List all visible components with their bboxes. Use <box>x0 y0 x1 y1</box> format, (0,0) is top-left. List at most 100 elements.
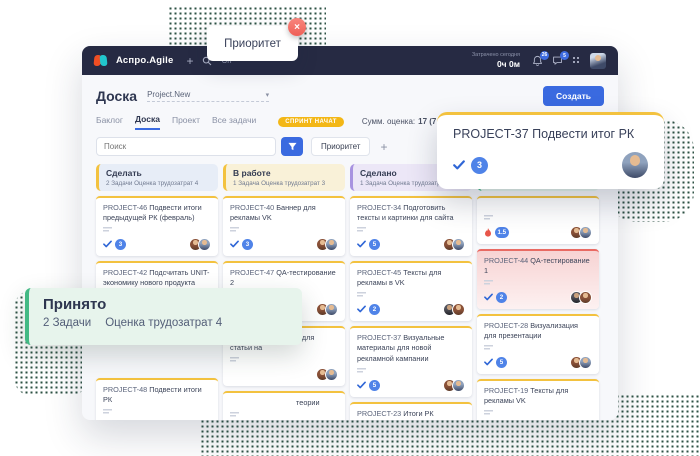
notifications-button[interactable]: 26 <box>532 55 543 67</box>
brand-name[interactable]: Аспро.Agile <box>116 55 173 66</box>
time-tracker: Затрачено сегодня 0ч 0м <box>472 52 520 69</box>
flame-icon-wrap <box>484 228 492 237</box>
time-tracker-label: Затрачено сегодня <box>472 52 520 59</box>
avatar <box>579 356 592 369</box>
task-card-title: PROJECT-44 QA-тестирование 1 <box>484 256 592 277</box>
task-card-footer: 1.5 <box>484 226 592 239</box>
avatar <box>325 303 338 316</box>
task-id: PROJECT-28 <box>484 321 530 330</box>
task-card-footer: 5 <box>357 238 465 251</box>
task-card[interactable]: PROJECT-19 Тексты для рекламы VK5 <box>477 379 599 420</box>
assignee-avatars <box>189 238 211 251</box>
column-meta: 1 Задача Оценка трудозатрат 3 <box>233 180 338 187</box>
task-id: PROJECT-47 <box>230 268 276 277</box>
funnel-icon <box>288 142 297 151</box>
avatar <box>622 152 648 178</box>
description-icon <box>484 280 493 285</box>
add-icon[interactable]: + <box>186 55 193 67</box>
page: Аспро.Agile + Сп Затрачено сегодня 0ч 0м… <box>0 0 700 456</box>
check-icon <box>357 381 366 389</box>
task-card[interactable]: теории3 <box>223 391 345 420</box>
task-card-footer-left: 5 <box>357 380 380 391</box>
messages-button[interactable]: 5 <box>552 55 563 66</box>
task-card-footer-left: 2 <box>484 292 507 303</box>
column-meta: 2 Задачи Оценка трудозатрат 4 <box>106 180 211 187</box>
task-card[interactable]: PROJECT-45 Тексты для рекламы в VK2 <box>350 261 472 321</box>
check-icon <box>230 240 239 248</box>
title-row: Доска Project.New ▾ Создать <box>96 83 604 109</box>
avatar <box>579 291 592 304</box>
description-icon <box>484 410 493 415</box>
description-icon <box>357 368 366 373</box>
check-icon-wrap <box>357 240 366 248</box>
description-icon <box>230 227 239 232</box>
task-id: PROJECT-46 <box>103 203 149 212</box>
task-card-footer: 3 <box>230 238 338 251</box>
task-card-footer: 3 <box>103 238 211 251</box>
tab-project[interactable]: Проект <box>172 115 200 129</box>
board-select[interactable]: Project.New ▾ <box>147 90 269 102</box>
task-card[interactable]: PROJECT-37 Визуальные материалы для ново… <box>350 326 472 397</box>
check-icon <box>103 240 112 248</box>
task-card[interactable]: 1.5 <box>477 196 599 244</box>
task-id: PROJECT-48 <box>103 385 149 394</box>
task-card[interactable]: PROJECT-40 Баннер для рекламы VK3 <box>223 196 345 256</box>
description-icon <box>484 215 493 220</box>
task-card-footer-left: 5 <box>357 239 380 250</box>
priority-tooltip: Приоритет × <box>207 26 298 61</box>
task-id: PROJECT-44 <box>484 256 530 265</box>
check-icon-wrap <box>357 305 366 313</box>
task-card-title: PROJECT-42 Подсчитать UNIT-экономику нов… <box>103 268 211 289</box>
board-column: Принято2 Задачи Оценка трудозатрат 41.5P… <box>477 164 599 420</box>
description-icon <box>357 292 366 297</box>
estimate-badge: 5 <box>369 380 380 391</box>
tab-all-tasks[interactable]: Все задачи <box>212 115 256 129</box>
tab-board[interactable]: Доска <box>135 114 160 130</box>
check-icon <box>453 160 465 170</box>
task-card-title: PROJECT-19 Тексты для рекламы VK <box>484 386 592 407</box>
task-card-title: PROJECT-48 Подвести итоги РК <box>103 385 211 406</box>
description-icon <box>230 412 239 417</box>
task-card[interactable]: PROJECT-28 Визуализация для презентации 5 <box>477 314 599 374</box>
check-icon-wrap <box>484 293 493 301</box>
task-card[interactable]: PROJECT-48 Подвести итоги РК2 <box>96 378 218 420</box>
accepted-count: 2 Задачи <box>43 317 91 329</box>
brand-logo-icon[interactable] <box>94 54 107 67</box>
task-card-footer-left: 3 <box>103 239 126 250</box>
assignee-avatars <box>443 238 465 251</box>
check-icon-wrap <box>357 381 366 389</box>
priority-filter-chip[interactable]: Приоритет <box>311 137 370 156</box>
time-tracker-value: 0ч 0м <box>472 59 520 69</box>
task-card-title: PROJECT-47 QA-тестирование 2 <box>230 268 338 289</box>
filter-button[interactable] <box>281 137 303 156</box>
task-card-title: PROJECT-28 Визуализация для презентации <box>484 321 592 342</box>
tab-backlog[interactable]: Баклог <box>96 115 123 129</box>
apps-grid-icon[interactable] <box>572 56 581 65</box>
task-card[interactable]: PROJECT-46 Подвести итоги предыдущей РК … <box>96 196 218 256</box>
column-header: Сделать2 Задачи Оценка трудозатрат 4 <box>96 164 218 191</box>
search-input[interactable] <box>96 137 276 156</box>
close-icon[interactable]: × <box>288 18 306 36</box>
column-title: В работе <box>233 168 338 178</box>
accepted-estimate: Оценка трудозатрат 4 <box>105 317 222 329</box>
task-card[interactable]: PROJECT-23 Итоги РК5 <box>350 402 472 420</box>
avatar <box>452 303 465 316</box>
task-card[interactable]: PROJECT-44 QA-тестирование 1 2 <box>477 249 599 309</box>
user-avatar[interactable] <box>590 53 606 69</box>
task-card-footer-left: 5 <box>484 357 507 368</box>
add-filter-icon[interactable]: + <box>380 140 387 154</box>
check-icon-wrap <box>103 240 112 248</box>
avatar <box>452 238 465 251</box>
task-card[interactable]: PROJECT-34 Подготовить тексты и картинки… <box>350 196 472 256</box>
notifications-count: 26 <box>540 51 549 60</box>
description-icon <box>103 409 112 414</box>
accepted-meta: 2 Задачи Оценка трудозатрат 4 <box>43 317 288 329</box>
task-card-title <box>484 203 592 212</box>
task-card-footer: 5 <box>484 356 592 369</box>
estimate-badge: 2 <box>496 292 507 303</box>
task-id: PROJECT-45 <box>357 268 403 277</box>
task-id: PROJECT-34 <box>357 203 403 212</box>
create-button[interactable]: Создать <box>543 86 604 106</box>
task-id: PROJECT-42 <box>103 268 149 277</box>
task-card-popup[interactable]: PROJECT-37 Подвести итог РК 3 <box>437 112 664 189</box>
